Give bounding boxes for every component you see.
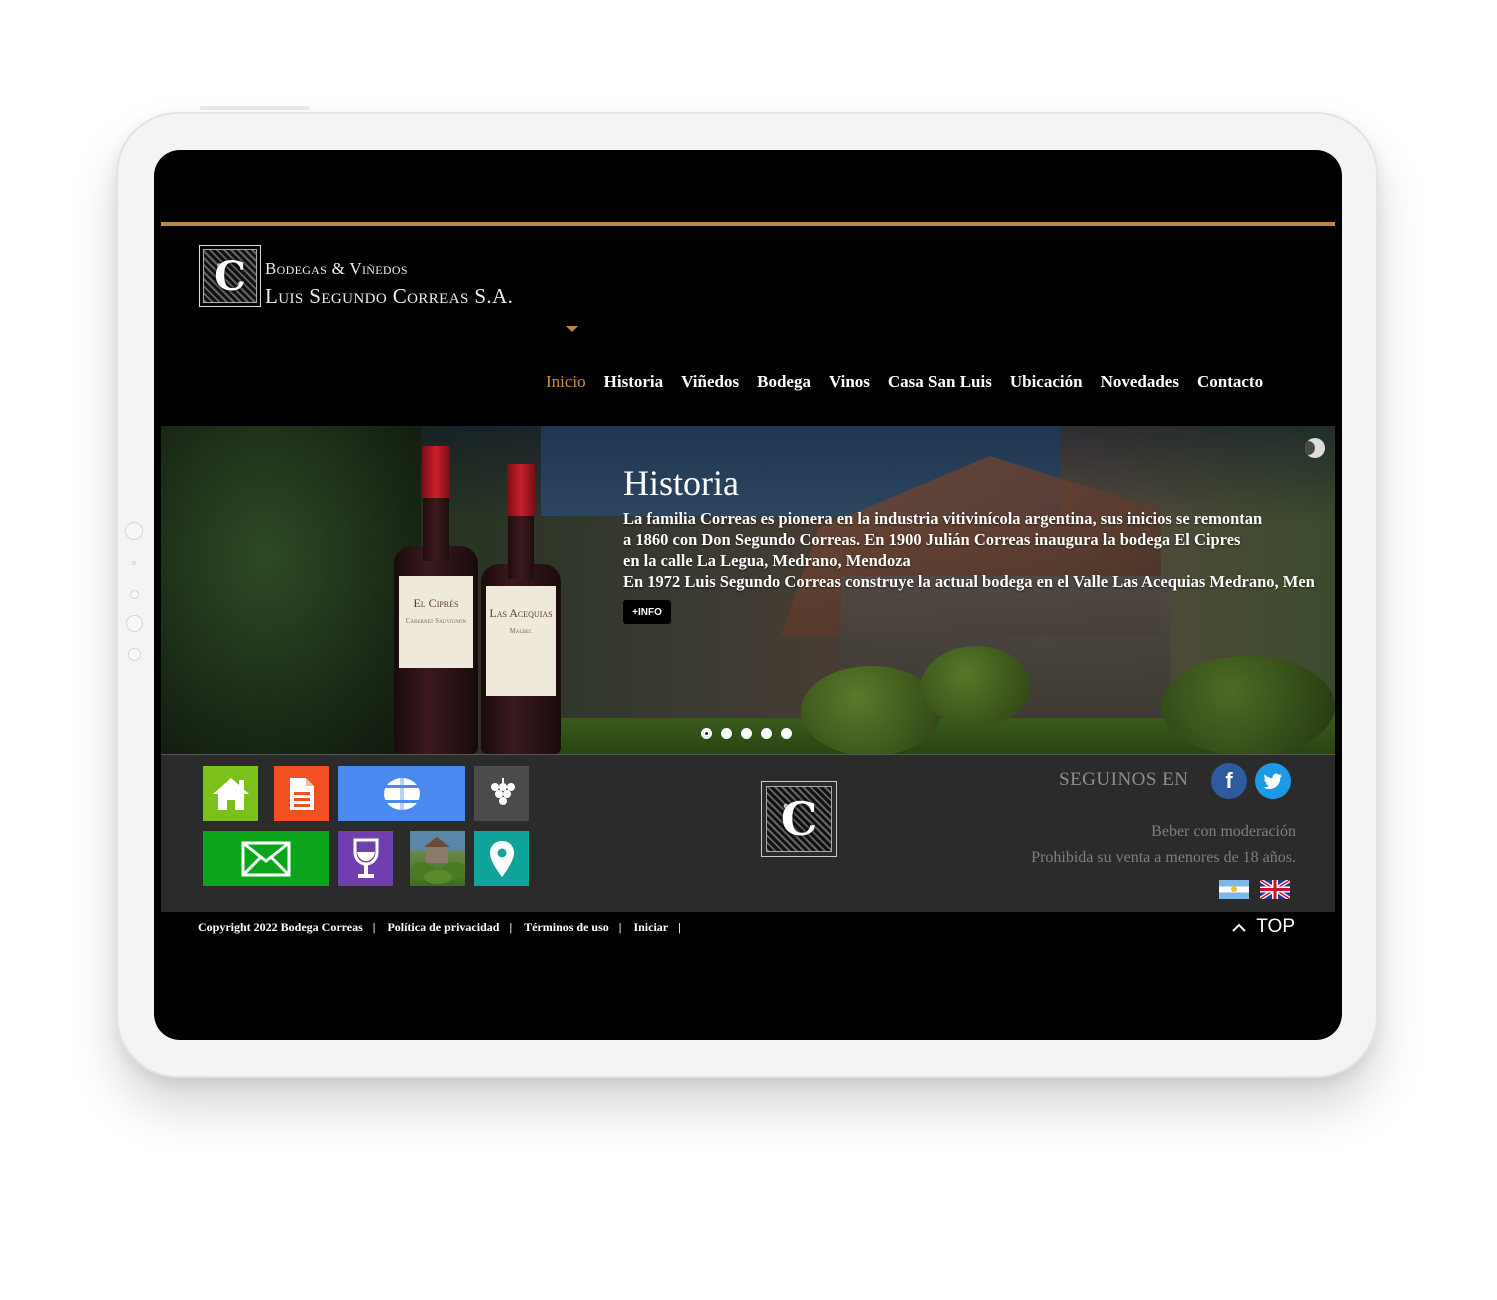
- responsible-drinking-note: Beber con moderación: [1151, 823, 1296, 840]
- tablet-side-button-2: [132, 561, 136, 565]
- link-separator: |: [678, 920, 681, 934]
- grapes-icon: [490, 777, 515, 805]
- terms-of-use-link[interactable]: Términos de uso: [524, 920, 609, 935]
- follow-us-label: SEGUINOS EN: [1059, 769, 1189, 790]
- home-tile[interactable]: [203, 766, 258, 821]
- hero-bush: [801, 666, 941, 754]
- tablet-side-button-3: [130, 590, 139, 599]
- slide-dot-1[interactable]: [701, 728, 712, 739]
- envelope-icon: [241, 841, 291, 876]
- photo-icon: [410, 837, 465, 884]
- link-separator: |: [618, 920, 622, 934]
- tablet-side-button-5: [128, 648, 141, 661]
- tablet-screen: C Bodegas & Viñedos Luis Segundo Correas…: [154, 150, 1342, 1040]
- header-accent-line: [161, 222, 1335, 226]
- link-separator: |: [372, 920, 376, 934]
- nav-item-vinedos[interactable]: Viñedos: [681, 372, 739, 392]
- tablet-side-button-1: [125, 522, 143, 540]
- tablet-top-edge: [200, 106, 310, 110]
- hero-description: La familia Correas es pionera en la indu…: [623, 509, 1315, 591]
- link-separator: |: [509, 920, 513, 934]
- footer: C SEGUINOS EN f Beber con moderación Pro…: [161, 754, 1335, 912]
- hero-bush: [1161, 656, 1335, 754]
- wine-bottle-las-acequias: Las Acequias Malbec: [481, 464, 561, 754]
- twitter-icon[interactable]: [1255, 763, 1291, 799]
- nav-item-ubicacion[interactable]: Ubicación: [1010, 372, 1083, 392]
- copyright-text: Copyright 2022 Bodega Correas: [198, 920, 363, 934]
- nav-item-vinos[interactable]: Vinos: [829, 372, 870, 392]
- main-nav: Inicio Historia Viñedos Bodega Vinos Cas…: [546, 372, 1281, 392]
- hero-title: Historia: [623, 463, 739, 503]
- document-icon: [289, 777, 314, 810]
- slide-dot-4[interactable]: [761, 728, 772, 739]
- wine-tile[interactable]: [338, 831, 393, 886]
- nav-item-contacto[interactable]: Contacto: [1197, 372, 1263, 392]
- slide-dot-5[interactable]: [781, 728, 792, 739]
- tablet-side-button-4: [126, 615, 143, 632]
- back-to-top-button[interactable]: TOP: [1232, 916, 1295, 938]
- hero-slider: El Ciprés Cabernet Sauvignon Las Acequia…: [161, 426, 1335, 754]
- age-restriction-note: Prohibida su venta a menores de 18 años.: [1031, 849, 1296, 866]
- slide-dot-2[interactable]: [721, 728, 732, 739]
- wine-bottle-el-cipres: El Ciprés Cabernet Sauvignon: [394, 446, 478, 754]
- document-tile[interactable]: [274, 766, 329, 821]
- chevron-up-icon: [1232, 923, 1246, 932]
- nav-item-historia[interactable]: Historia: [604, 372, 664, 392]
- hero-bush: [921, 646, 1031, 726]
- brand-line1: Bodegas & Viñedos: [265, 259, 408, 278]
- login-link[interactable]: Iniciar: [633, 920, 668, 935]
- more-info-button[interactable]: +INFO: [623, 600, 671, 624]
- facebook-icon[interactable]: f: [1211, 763, 1247, 799]
- wine-glass-icon: [353, 838, 378, 878]
- slide-dot-3[interactable]: [741, 728, 752, 739]
- location-tile[interactable]: [474, 831, 529, 886]
- nav-item-inicio[interactable]: Inicio: [546, 372, 586, 392]
- footer-links: Copyright 2022 Bodega Correas | Política…: [198, 920, 693, 935]
- brand-logo[interactable]: C: [199, 245, 261, 307]
- footer-monogram: C: [761, 781, 837, 857]
- argentina-flag-icon[interactable]: [1219, 880, 1249, 899]
- nav-item-bodega[interactable]: Bodega: [757, 372, 811, 392]
- barrel-icon: [383, 777, 420, 810]
- caret-down-icon: [566, 326, 578, 332]
- house-icon: [212, 777, 249, 810]
- top-label: TOP: [1256, 916, 1295, 937]
- privacy-policy-link[interactable]: Política de privacidad: [387, 920, 499, 935]
- nav-item-novedades[interactable]: Novedades: [1101, 372, 1179, 392]
- slider-loading-icon: [1305, 438, 1325, 458]
- slider-pagination: [701, 728, 792, 739]
- location-pin-icon: [489, 840, 514, 877]
- monogram-icon: C: [766, 786, 832, 852]
- nav-item-casa-san-luis[interactable]: Casa San Luis: [888, 372, 992, 392]
- monogram-icon: C: [203, 249, 257, 303]
- hero-tree: [161, 426, 421, 754]
- website: C Bodegas & Viñedos Luis Segundo Correas…: [161, 150, 1335, 1040]
- brand-line2: Luis Segundo Correas S.A.: [265, 284, 514, 308]
- grapes-tile[interactable]: [474, 766, 529, 821]
- barrel-tile[interactable]: [338, 766, 465, 821]
- contact-tile[interactable]: [203, 831, 329, 886]
- uk-flag-icon[interactable]: [1260, 880, 1290, 899]
- photo-tile[interactable]: [410, 831, 465, 886]
